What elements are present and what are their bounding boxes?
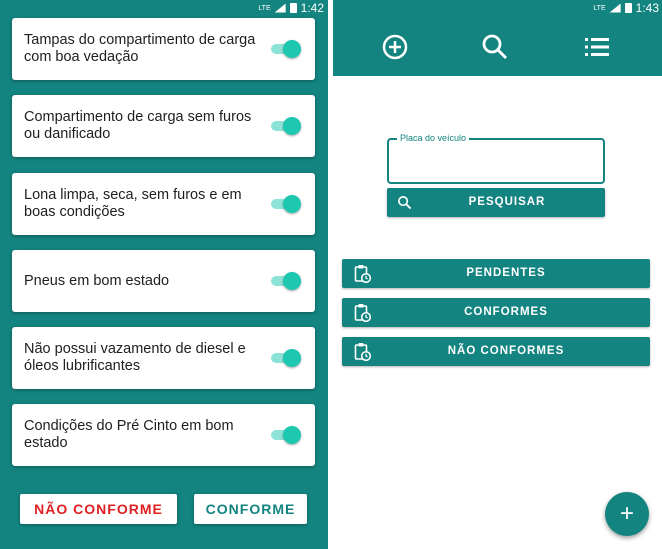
checklist-switch[interactable] bbox=[271, 117, 301, 135]
conforming-button[interactable]: CONFORMES bbox=[342, 298, 650, 327]
plus-icon: + bbox=[619, 500, 634, 527]
app-bar: LTE 1:43 bbox=[333, 0, 662, 76]
checklist-switch[interactable] bbox=[271, 426, 301, 444]
checklist-item: Tampas do compartimento de carga com boa… bbox=[12, 18, 315, 80]
conforming-button-label: CONFORMES bbox=[464, 306, 548, 318]
status-bar: LTE 1:42 bbox=[258, 0, 324, 16]
status-time: 1:42 bbox=[300, 1, 324, 15]
checklist-item-label: Condições do Pré Cinto em bom estado bbox=[24, 418, 234, 451]
checklist-item: Condições do Pré Cinto em bom estado bbox=[12, 404, 315, 466]
checklist-item-label: Lona limpa, seca, sem furos e em boas co… bbox=[24, 187, 242, 220]
checklist-item: Lona limpa, seca, sem furos e em boas co… bbox=[12, 173, 315, 235]
checklist-item: Compartimento de carga sem furos ou dani… bbox=[12, 95, 315, 157]
add-circle-icon[interactable] bbox=[380, 32, 410, 62]
checklist-switch[interactable] bbox=[271, 195, 301, 213]
checklist-switch[interactable] bbox=[271, 349, 301, 367]
non-conforming-button-label: NÃO CONFORMES bbox=[447, 345, 565, 357]
signal-icon bbox=[609, 3, 621, 13]
plate-input-label: Placa do veículo bbox=[397, 133, 470, 144]
checklist-screen: LTE 1:42 Tampas do compartimento de carg… bbox=[0, 0, 328, 549]
checklist-item-label: Pneus em bom estado bbox=[24, 272, 170, 289]
checklist-item: Não possui vazamento de diesel e óleos l… bbox=[12, 327, 315, 389]
status-bar: LTE 1:43 bbox=[593, 0, 659, 16]
non-conforming-button[interactable]: NÃO CONFORMES bbox=[342, 337, 650, 366]
non-conform-button[interactable]: NÃO CONFORME bbox=[20, 494, 177, 524]
inspection-home-screen: LTE 1:43 Placa do veículo PESQUISAR PEND… bbox=[333, 0, 662, 549]
checklist-item: Pneus em bom estado bbox=[12, 250, 315, 312]
search-icon[interactable] bbox=[480, 32, 510, 62]
search-button[interactable]: PESQUISAR bbox=[387, 188, 605, 217]
pending-button-label: PENDENTES bbox=[466, 267, 546, 279]
network-type: LTE bbox=[593, 4, 606, 12]
battery-icon bbox=[624, 3, 632, 13]
search-button-label: PESQUISAR bbox=[468, 196, 546, 208]
conform-button[interactable]: CONFORME bbox=[194, 494, 307, 524]
plate-input[interactable]: Placa do veículo bbox=[387, 133, 605, 184]
signal-icon bbox=[274, 3, 286, 13]
battery-icon bbox=[289, 3, 297, 13]
checklist-switch[interactable] bbox=[271, 272, 301, 290]
checklist-item-label: Compartimento de carga sem furos ou dani… bbox=[24, 109, 252, 142]
pending-button[interactable]: PENDENTES bbox=[342, 259, 650, 288]
network-type: LTE bbox=[258, 4, 271, 12]
list-icon[interactable] bbox=[582, 32, 612, 62]
status-time: 1:43 bbox=[635, 1, 659, 15]
add-fab-button[interactable]: + bbox=[605, 492, 649, 536]
checklist-switch[interactable] bbox=[271, 40, 301, 58]
checklist-item-label: Não possui vazamento de diesel e óleos l… bbox=[24, 341, 246, 374]
checklist-item-label: Tampas do compartimento de carga com boa… bbox=[24, 32, 256, 65]
